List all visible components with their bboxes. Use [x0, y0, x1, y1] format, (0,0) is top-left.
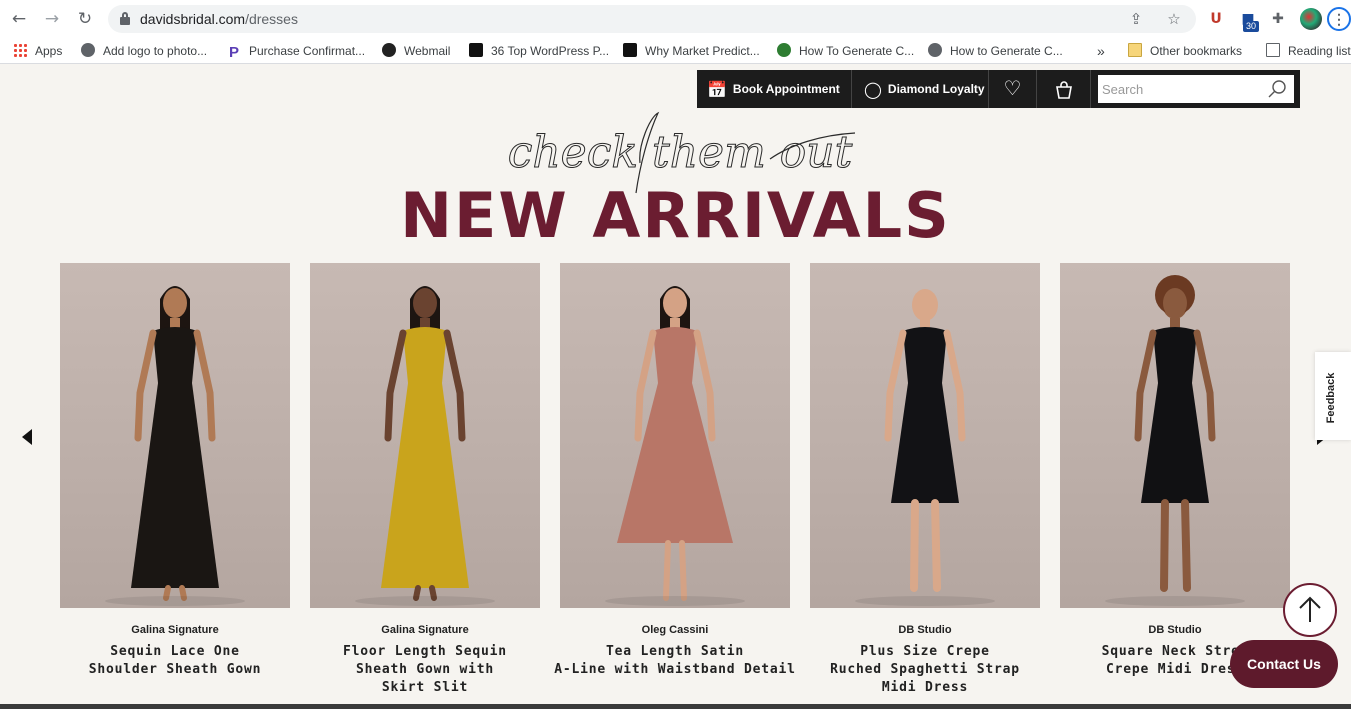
- apps-grid-icon: [13, 43, 27, 57]
- product-image[interactable]: [60, 263, 290, 608]
- paypal-icon: P: [229, 44, 240, 61]
- product-image[interactable]: [560, 263, 790, 608]
- arrow-up-icon: [1299, 596, 1321, 622]
- product-image[interactable]: [310, 263, 540, 608]
- product-image[interactable]: [1060, 263, 1290, 608]
- forward-icon[interactable]: →: [41, 8, 63, 30]
- avatar[interactable]: [1300, 8, 1322, 30]
- paw-icon: [469, 43, 483, 57]
- webmail-icon: [382, 43, 396, 57]
- bookmark-market[interactable]: Why Market Predict...: [623, 42, 760, 60]
- bookmark-generate-2[interactable]: How to Generate C...: [928, 42, 1063, 60]
- book-appointment-label: Book Appointment: [732, 82, 840, 96]
- shopping-bag-icon[interactable]: [1037, 70, 1091, 108]
- product-title-line: Ruched Spaghetti Strap: [830, 662, 1020, 677]
- bookmarks-overflow-button[interactable]: »: [1097, 42, 1105, 60]
- product-card[interactable]: Oleg Cassini Tea Length Satin A-Line with …: [554, 263, 795, 709]
- product-brand: Galina Signature: [131, 624, 219, 636]
- page-title: NEW ARRIVALS: [400, 179, 951, 252]
- search-icon[interactable]: [1266, 78, 1288, 100]
- product-title-line: Sheath Gown with: [355, 662, 495, 677]
- model-figure: [1105, 275, 1245, 606]
- puzzle-icon[interactable]: ✚: [1268, 9, 1288, 29]
- other-bookmarks[interactable]: Other bookmarks: [1128, 42, 1242, 60]
- product-card[interactable]: Galina Signature Sequin Lace One Shoulder …: [60, 263, 290, 709]
- bookmark-purchase[interactable]: P Purchase Confirmat...: [229, 42, 365, 60]
- bookmark-webmail[interactable]: Webmail: [382, 42, 450, 60]
- product-brand: Oleg Cassini: [641, 624, 709, 636]
- browser-toolbar: ← → ↻ davidsbridal.com/dresses ⇪ ☆ U ■ 3…: [0, 0, 1351, 38]
- url-text[interactable]: davidsbridal.com/dresses: [140, 11, 298, 27]
- product-brand: DB Studio: [1148, 624, 1202, 636]
- star-icon[interactable]: ☆: [1164, 9, 1184, 29]
- product-title-line: Floor Length Sequin: [343, 644, 507, 659]
- globe-icon: [928, 43, 942, 57]
- model-figure: [855, 289, 995, 606]
- reading-list-icon: [1266, 43, 1280, 57]
- page-content: 📅 Book Appointment ◯ Diamond Loyalty ♡ che…: [0, 65, 1351, 709]
- product-title-line: Skirt Slit: [381, 680, 469, 695]
- book-appointment-button[interactable]: 📅 Book Appointment: [697, 70, 852, 108]
- reload-icon[interactable]: ↻: [74, 8, 96, 30]
- pin-icon: [777, 43, 791, 57]
- carousel-prev-arrow-icon[interactable]: [20, 428, 34, 446]
- product-title[interactable]: Sequin Lace One Shoulder Sheath Gown: [40, 643, 310, 679]
- feedback-tab[interactable]: Feedback: [1315, 352, 1351, 440]
- product-title[interactable]: Floor Length Sequin Sheath Gown with Skirt…: [290, 643, 560, 697]
- share-icon[interactable]: ⇪: [1126, 9, 1146, 29]
- medium-icon: [623, 43, 637, 57]
- model-figure: [355, 286, 495, 606]
- bookmark-wordpress[interactable]: 36 Top WordPress P...: [469, 42, 609, 60]
- calendar-icon: 📅: [707, 80, 727, 99]
- lock-icon[interactable]: [120, 12, 130, 25]
- product-title[interactable]: Plus Size Crepe Ruched Spaghetti Strap Mid…: [790, 643, 1060, 697]
- diamond-loyalty-label: Diamond Loyalty: [887, 82, 985, 96]
- product-title-line: Sequin Lace One: [110, 644, 240, 659]
- product-title-line: Tea Length Satin: [605, 644, 745, 659]
- product-title-line: Plus Size Crepe: [860, 644, 990, 659]
- folder-icon: [1128, 43, 1142, 57]
- product-card[interactable]: Galina Signature Floor Length Sequin Sheat…: [310, 263, 540, 709]
- ring-icon: ◯: [864, 80, 882, 99]
- product-brand: DB Studio: [898, 624, 952, 636]
- globe-icon: [81, 43, 95, 57]
- bookmark-apps[interactable]: Apps: [13, 42, 62, 60]
- back-icon[interactable]: ←: [8, 8, 30, 30]
- product-card[interactable]: DB Studio Plus Size Crepe Ruched Spaghetti…: [810, 263, 1040, 709]
- wishlist-heart-icon[interactable]: ♡: [989, 70, 1037, 108]
- product-title-line: A-Line with Waistband Detail: [554, 662, 796, 677]
- address-bar[interactable]: davidsbridal.com/dresses ⇪ ☆: [108, 5, 1196, 33]
- search-input[interactable]: [1098, 75, 1264, 103]
- taskbar-edge: [0, 704, 1351, 709]
- search-box: [1096, 73, 1296, 105]
- bookmarks-bar: Apps Add logo to photo... P Purchase Conf…: [0, 38, 1351, 64]
- bookmark-generate-1[interactable]: How To Generate C...: [777, 42, 914, 60]
- product-title-line: Midi Dress: [881, 680, 969, 695]
- extension-badge: 30: [1243, 21, 1260, 32]
- product-brand: Galina Signature: [381, 624, 469, 636]
- utility-bar: 📅 Book Appointment ◯ Diamond Loyalty ♡: [697, 70, 1300, 108]
- model-figure: [105, 286, 245, 606]
- product-image[interactable]: [810, 263, 1040, 608]
- ublock-extension-icon[interactable]: U: [1206, 9, 1226, 29]
- model-figure: [605, 286, 745, 606]
- reading-list[interactable]: Reading list: [1266, 42, 1351, 60]
- script-text: check them out: [508, 127, 853, 178]
- kebab-menu-icon[interactable]: ⋮: [1327, 7, 1351, 31]
- diamond-loyalty-button[interactable]: ◯ Diamond Loyalty: [852, 70, 989, 108]
- product-title[interactable]: Tea Length Satin A-Line with Waistband De…: [540, 643, 810, 679]
- bookmark-add-logo[interactable]: Add logo to photo...: [81, 42, 207, 60]
- contact-us-button[interactable]: Contact Us: [1230, 640, 1338, 688]
- back-to-top-button[interactable]: [1283, 583, 1337, 637]
- product-title-line: Shoulder Sheath Gown: [88, 662, 262, 677]
